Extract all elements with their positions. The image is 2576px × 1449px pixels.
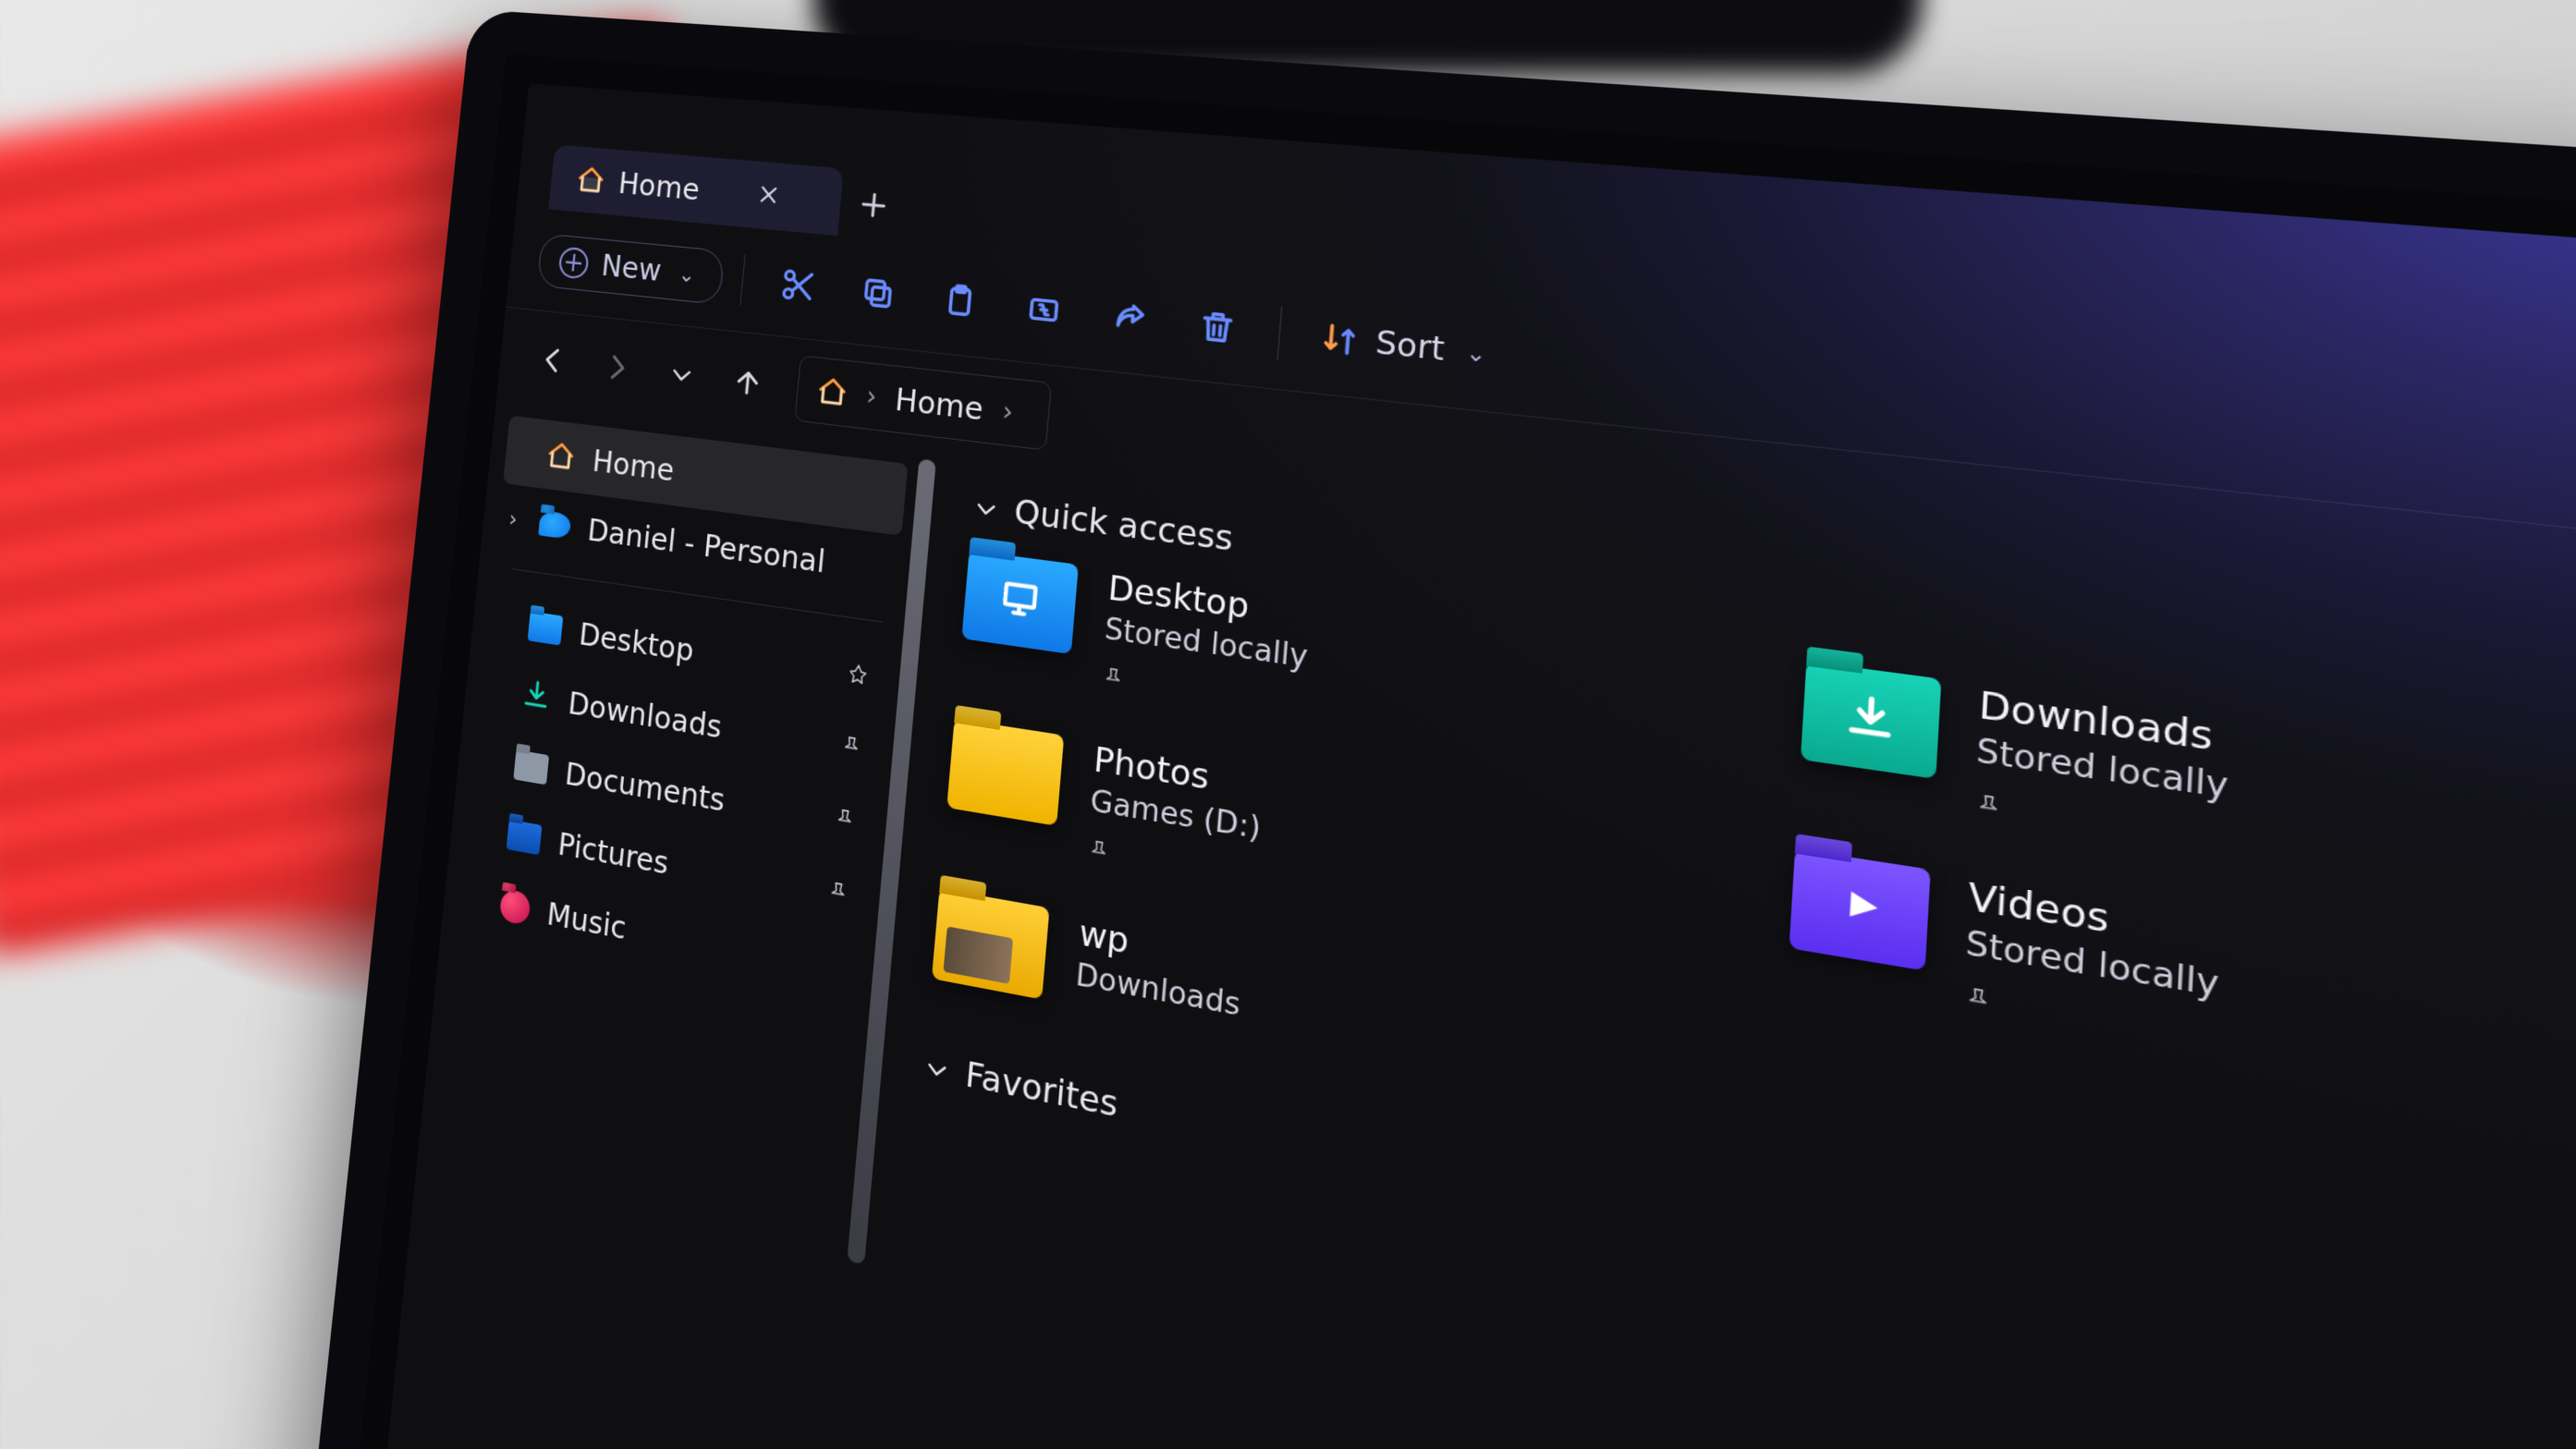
close-icon bbox=[756, 182, 780, 207]
new-tab-button[interactable] bbox=[837, 168, 910, 242]
separator bbox=[1276, 306, 1282, 360]
sort-button[interactable]: Sort ⌄ bbox=[1300, 300, 1506, 391]
breadcrumb-separator: › bbox=[1001, 396, 1014, 427]
home-icon bbox=[575, 164, 606, 197]
folder-icon-desktop bbox=[961, 550, 1079, 654]
folder-icon-downloads bbox=[1801, 661, 1941, 779]
pin-icon bbox=[845, 656, 872, 696]
music-icon bbox=[499, 888, 531, 926]
sidebar-item-label: Desktop bbox=[578, 616, 696, 669]
back-button[interactable] bbox=[520, 325, 586, 396]
section-label: Favorites bbox=[964, 1055, 1119, 1126]
folder-icon-photos bbox=[946, 718, 1064, 825]
chevron-down-icon: ⌄ bbox=[678, 261, 697, 287]
rename-icon bbox=[1024, 289, 1064, 330]
clipboard-icon bbox=[940, 281, 980, 322]
pin-icon bbox=[838, 728, 865, 768]
monitor-bezel: Home + New ⌄ bbox=[286, 9, 2576, 1449]
section-label: Quick access bbox=[1013, 493, 1235, 559]
onedrive-icon bbox=[538, 510, 571, 540]
download-icon bbox=[519, 676, 553, 719]
sort-icon bbox=[1318, 318, 1361, 360]
copy-icon bbox=[859, 273, 897, 312]
sidebar-item-label: Documents bbox=[564, 756, 726, 819]
desktop-folder-icon bbox=[528, 611, 564, 645]
sort-label: Sort bbox=[1374, 323, 1446, 368]
home-icon bbox=[544, 439, 577, 474]
paste-button[interactable] bbox=[921, 264, 999, 338]
rename-button[interactable] bbox=[1004, 272, 1083, 347]
plus-circle-icon: + bbox=[558, 246, 590, 279]
chevron-down-icon bbox=[972, 493, 1001, 523]
new-button-label: New bbox=[600, 249, 663, 288]
navigation-pane: Home › Daniel - Personal Desktop bbox=[360, 401, 926, 1449]
pin-icon bbox=[824, 873, 851, 914]
cut-button[interactable] bbox=[760, 249, 836, 321]
chevron-down-icon bbox=[667, 359, 696, 390]
scissors-icon bbox=[778, 265, 816, 305]
sidebar-item-label: Pictures bbox=[556, 826, 670, 882]
forward-button[interactable] bbox=[583, 332, 650, 403]
recent-locations-button[interactable] bbox=[648, 339, 715, 411]
arrow-right-icon bbox=[601, 350, 633, 384]
sidebar-item-label: Downloads bbox=[567, 685, 723, 745]
chevron-down-icon bbox=[922, 1053, 951, 1085]
separator bbox=[739, 254, 745, 304]
chevron-down-icon: ⌄ bbox=[1465, 337, 1487, 367]
folder-icon-videos bbox=[1789, 848, 1931, 970]
thumbnail-icon bbox=[944, 926, 1014, 983]
breadcrumb-home[interactable]: Home bbox=[894, 382, 984, 428]
new-button[interactable]: + New ⌄ bbox=[537, 233, 725, 305]
share-icon bbox=[1109, 298, 1150, 339]
tab-title: Home bbox=[617, 165, 702, 206]
tab-close-button[interactable] bbox=[755, 177, 781, 213]
breadcrumb-bar[interactable]: › Home › bbox=[794, 355, 1052, 451]
plus-icon bbox=[856, 188, 890, 222]
delete-button[interactable] bbox=[1176, 288, 1259, 365]
pictures-icon bbox=[507, 820, 543, 856]
sidebar-item-label: Daniel - Personal bbox=[586, 512, 826, 579]
trash-icon bbox=[1196, 306, 1238, 347]
breadcrumb-separator: › bbox=[865, 381, 878, 412]
folder-icon-wp bbox=[932, 888, 1050, 999]
file-explorer-window: Home + New ⌄ bbox=[360, 83, 2576, 1449]
arrow-left-icon bbox=[537, 343, 568, 377]
copy-button[interactable] bbox=[839, 256, 916, 329]
arrow-up-icon bbox=[731, 365, 764, 400]
home-icon bbox=[815, 374, 849, 409]
sidebar-item-label: Home bbox=[591, 443, 676, 488]
up-button[interactable] bbox=[714, 347, 782, 420]
expand-chevron-icon[interactable]: › bbox=[507, 505, 519, 532]
share-button[interactable] bbox=[1089, 280, 1170, 356]
document-icon bbox=[513, 749, 549, 785]
pin-icon bbox=[831, 800, 858, 841]
sidebar-item-label: Music bbox=[545, 895, 628, 946]
